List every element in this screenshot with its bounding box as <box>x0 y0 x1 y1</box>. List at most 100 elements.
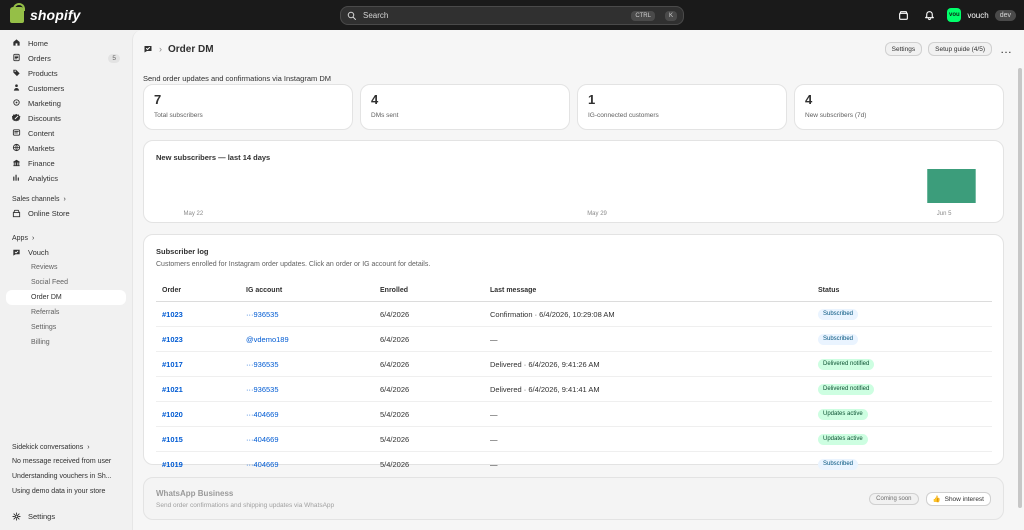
order-cell: #1023 <box>156 301 240 327</box>
sidebar-item-settings[interactable]: Settings <box>6 509 126 524</box>
ig-account-cell: ···936535 <box>240 351 374 377</box>
stat-card-total-subscribers: 7 Total subscribers <box>143 84 353 130</box>
search-bar[interactable]: Search CTRL K <box>340 6 684 25</box>
chevron-right-icon: › <box>31 234 35 242</box>
table-row: #1020 ···404669 5/4/2026— Updates active <box>156 401 992 427</box>
apps-label-text: Apps <box>12 234 28 242</box>
bell-icon <box>924 10 934 20</box>
orders-count-badge: 5 <box>108 54 120 63</box>
store-name: vouch <box>967 10 989 20</box>
enrolled-cell: 5/4/2026 <box>374 401 484 427</box>
sidebar-item-vouch[interactable]: Vouch <box>6 245 126 260</box>
notifications-button[interactable] <box>921 7 937 23</box>
order-link[interactable]: #1021 <box>162 385 183 394</box>
gear-icon <box>12 512 21 521</box>
store-avatar: vou <box>947 8 962 22</box>
order-cell: #1015 <box>156 426 240 452</box>
status-cell: Subscribed <box>812 452 992 477</box>
sidebar-item-orders[interactable]: Orders 5 <box>6 51 126 66</box>
show-interest-button[interactable]: 👍 Show interest <box>925 492 991 506</box>
sidebar-item-finance[interactable]: Finance <box>6 156 126 171</box>
status-badge: Delivered notified <box>818 359 875 370</box>
store-icon-button[interactable] <box>895 7 911 23</box>
more-actions-button[interactable]: … <box>998 42 1014 56</box>
enrolled-cell: 6/4/2026 <box>374 351 484 377</box>
ig-account-link[interactable]: ···936535 <box>246 360 279 369</box>
order-link[interactable]: #1015 <box>162 435 183 444</box>
enrolled-cell: 5/4/2026 <box>380 459 410 469</box>
sidebar-item-discounts[interactable]: Discounts <box>6 111 126 126</box>
order-link[interactable]: #1023 <box>162 335 183 344</box>
store-badge: dev <box>994 9 1016 21</box>
last-message-cell: Confirmation · 6/4/2026, 10:29:08 AM <box>484 301 812 327</box>
sidekick-list: No message received from user Understandi… <box>6 454 126 499</box>
stat-label: IG-connected customers <box>588 112 659 119</box>
ig-account-link[interactable]: ···404669 <box>246 460 279 469</box>
vouch-app-icon <box>13 249 20 256</box>
settings-button[interactable]: Settings <box>884 42 923 56</box>
status-cell: Updates active <box>812 401 992 427</box>
ig-account-cell: ···936535 <box>240 301 374 327</box>
sidebar-item-content[interactable]: Content <box>6 126 126 141</box>
sidebar-item-home[interactable]: Home <box>6 36 126 51</box>
subscriber-log-table: Order IG account Enrolled Last message S… <box>156 280 992 476</box>
new-subscribers-chart: May 22 May 29 Jun 5 <box>184 169 976 217</box>
status-badge: Subscribed <box>818 309 859 320</box>
breadcrumb-separator: › <box>159 44 162 54</box>
bank-icon <box>12 158 21 169</box>
last-message-cell: — <box>484 326 812 352</box>
whatsapp-business-card: WhatsApp Business Send order confirmatio… <box>143 477 1004 520</box>
setup-guide-button[interactable]: Setup guide (4/5) <box>928 42 992 56</box>
sidebar-item-online-store[interactable]: Online Store <box>6 206 126 221</box>
sidekick-conversation-item[interactable]: Understanding vouchers in Sh... <box>6 469 126 484</box>
sidebar-item-label: Customers <box>28 84 65 93</box>
sidebar-item-label: Marketing <box>28 99 61 108</box>
sidebar-subitem-social-feed[interactable]: Social Feed <box>6 275 126 290</box>
sidebar-item-markets[interactable]: Markets <box>6 141 126 156</box>
chevron-right-icon: › <box>63 195 66 203</box>
table-row: #1023 ···936535 6/4/2026 Confirmation · 6/4… <box>156 301 992 327</box>
sidebar-subitem-settings[interactable]: Settings <box>6 320 126 335</box>
page-header: › Order DM Settings Setup guide (4/5) … <box>143 41 1014 57</box>
sidekick-conversations-label: Sidekick conversations › <box>6 440 126 454</box>
sidebar-item-marketing[interactable]: Marketing <box>6 96 126 111</box>
sidekick-conversation-item[interactable]: No message received from user <box>6 454 126 469</box>
order-link[interactable]: #1020 <box>162 410 183 419</box>
order-cell: #1020 <box>156 401 240 427</box>
ig-account-link[interactable]: ···404669 <box>246 435 279 444</box>
vertical-scrollbar[interactable] <box>1018 68 1022 508</box>
sidebar-subitem-order-dm[interactable]: Order DM <box>6 290 126 305</box>
ig-account-link[interactable]: ···404669 <box>246 410 279 419</box>
order-link[interactable]: #1019 <box>162 460 183 469</box>
sidebar-subitem-referrals[interactable]: Referrals <box>6 305 126 320</box>
main-content: › Order DM Settings Setup guide (4/5) … … <box>132 30 1024 530</box>
sidebar-item-label: Settings <box>28 512 56 521</box>
ig-account-link[interactable]: ···936535 <box>246 310 279 319</box>
home-icon <box>12 38 21 49</box>
sidebar-subitem-billing[interactable]: Billing <box>6 335 126 350</box>
store-switcher[interactable]: vou vouch dev <box>947 8 1016 22</box>
sidebar-subitem-reviews[interactable]: Reviews <box>6 260 126 275</box>
new-subscribers-chart-card: New subscribers — last 14 days May 22 May… <box>143 140 1004 223</box>
stat-label: New subscribers (7d) <box>805 112 867 119</box>
brand-name: shopify <box>30 7 81 23</box>
whatsapp-actions: Coming soon 👍 Show interest <box>869 492 991 506</box>
order-link[interactable]: #1017 <box>162 360 183 369</box>
chevron-right-icon: › <box>87 443 90 451</box>
orders-icon <box>12 53 21 64</box>
sidebar-item-customers[interactable]: Customers <box>6 81 126 96</box>
sidebar-item-analytics[interactable]: Analytics <box>6 171 126 186</box>
sidebar-item-products[interactable]: Products <box>6 66 126 81</box>
breadcrumb: › Order DM <box>143 44 214 55</box>
enrolled-cell: 6/4/2026 <box>374 326 484 352</box>
stat-value: 4 <box>805 92 813 107</box>
col-status: Status <box>812 280 992 302</box>
status-badge: Subscribed <box>818 334 859 345</box>
sidebar-item-label: Markets <box>28 144 55 153</box>
last-message-cell: — <box>490 459 498 469</box>
ig-account-link[interactable]: @vdemo189 <box>246 335 289 344</box>
order-link[interactable]: #1023 <box>162 310 183 319</box>
ig-account-link[interactable]: ···936535 <box>246 385 279 394</box>
shopify-logo[interactable]: shopify <box>10 3 81 23</box>
sidekick-conversation-item[interactable]: Using demo data in your store <box>6 484 126 499</box>
